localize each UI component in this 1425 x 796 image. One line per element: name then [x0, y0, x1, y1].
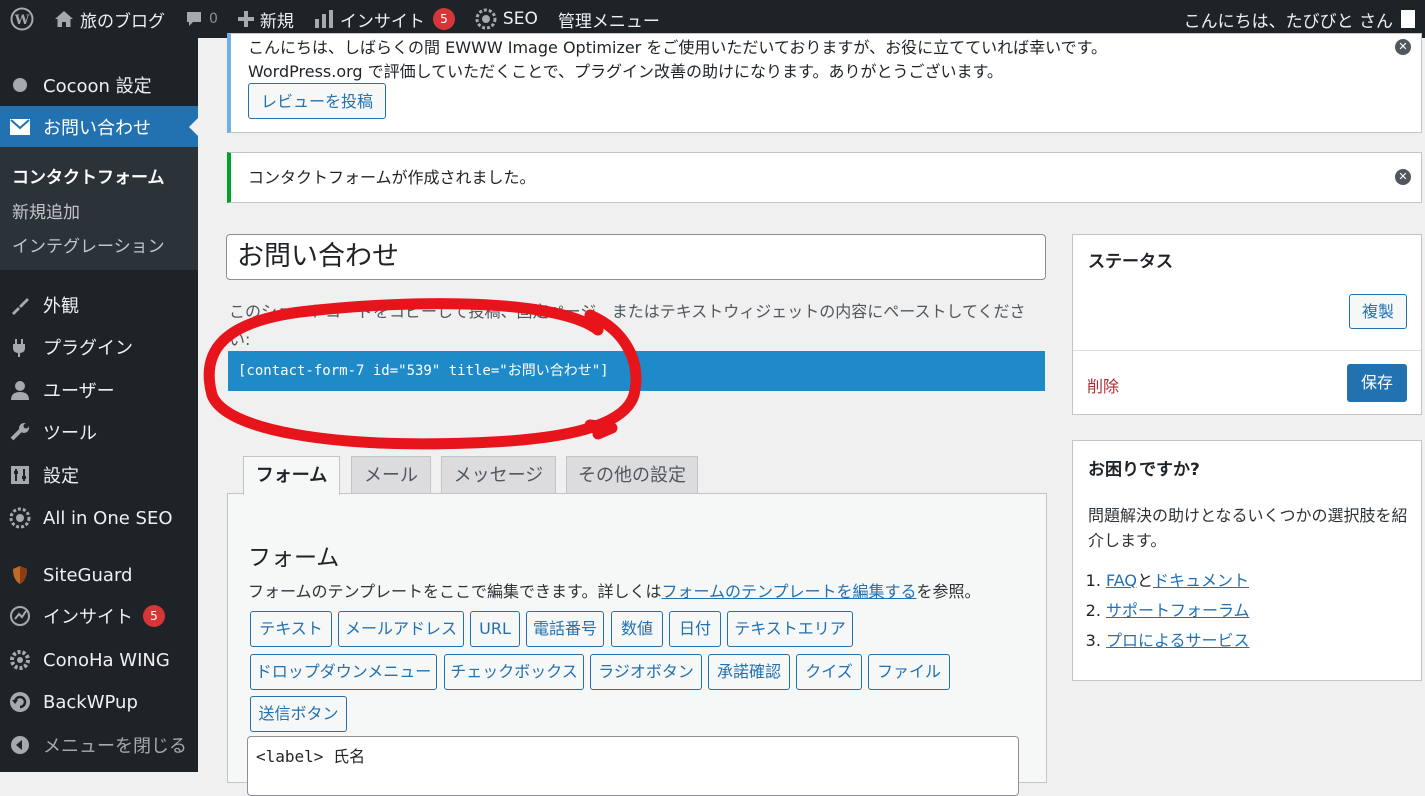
sidebar-item-users[interactable]: ユーザー	[0, 369, 198, 411]
support-forum-link[interactable]: サポートフォーラム	[1106, 601, 1250, 620]
faq-link[interactable]: FAQ	[1106, 571, 1137, 590]
shortcode-field[interactable]: [contact-form-7 id="539" title="お問い合わせ"]	[228, 351, 1045, 391]
sidebar-item-siteguard[interactable]: SiteGuard	[0, 554, 198, 596]
bar-chart-icon	[314, 9, 334, 29]
panel-description: フォームのテンプレートをここで編集できます。詳しくはフォームのテンプレートを編集…	[248, 582, 981, 601]
gear-icon	[475, 8, 497, 30]
sidebar-item-aioseo[interactable]: All in One SEO	[0, 497, 198, 539]
shortcode-description: このショートコードをコピーして投稿、固定ページ、またはテキストウィジェットの内容…	[229, 302, 1026, 349]
help-title: お困りですか?	[1088, 460, 1200, 480]
tag-quiz-button[interactable]: クイズ	[796, 654, 862, 690]
list-item: プロによるサービス	[1106, 626, 1250, 656]
site-name-link[interactable]: 旅のブログ	[44, 0, 175, 38]
comment-bubble-icon	[185, 10, 203, 28]
tag-submit-button[interactable]: 送信ボタン	[250, 696, 347, 732]
sidebar-item-contact[interactable]: お問い合わせ	[0, 106, 198, 148]
tag-file-button[interactable]: ファイル	[868, 654, 950, 690]
settings-sliders-icon	[9, 464, 31, 486]
collapse-arrow-icon	[9, 734, 31, 756]
ewww-review-notice: こんにちは、しばらくの間 EWWW Image Optimizer をご使用いた…	[227, 33, 1422, 133]
duplicate-button[interactable]: 複製	[1348, 294, 1407, 329]
cocoon-icon	[9, 74, 31, 96]
avatar	[1401, 10, 1415, 28]
success-message: コンタクトフォームが作成されました。	[248, 168, 536, 187]
status-box: ステータス 複製 削除 保存	[1072, 234, 1422, 415]
tag-email-button[interactable]: メールアドレス	[338, 611, 464, 647]
form-title-input[interactable]: お問い合わせ	[226, 234, 1046, 280]
sidebar-item-insight[interactable]: インサイト 5	[0, 595, 198, 637]
svg-text:W: W	[14, 13, 30, 28]
paintbrush-icon	[9, 294, 31, 316]
tag-acceptance-button[interactable]: 承諾確認	[708, 654, 790, 690]
list-item: FAQとドキュメント	[1106, 566, 1250, 596]
sidebar-item-conoha[interactable]: ConoHa WING	[0, 639, 198, 681]
help-links-list: FAQとドキュメント サポートフォーラム プロによるサービス	[1088, 566, 1250, 656]
help-box: お困りですか? 問題解決の助けとなるいくつかの選択肢を紹介します。 FAQとドキ…	[1072, 440, 1422, 681]
dismiss-success-icon[interactable]: ✕	[1395, 169, 1411, 185]
docs-link[interactable]: ドキュメント	[1153, 571, 1249, 590]
sidebar-item-settings[interactable]: 設定	[0, 454, 198, 496]
admin-sidebar: Cocoon 設定 お問い合わせ コンタクトフォーム 新規追加 インテグレーショ…	[0, 38, 198, 772]
tag-url-button[interactable]: URL	[470, 611, 520, 647]
insight-count-badge: 5	[432, 8, 455, 30]
status-divider	[1073, 350, 1421, 351]
tab-form[interactable]: フォーム	[243, 456, 340, 495]
tag-dropdown-button[interactable]: ドロップダウンメニュー	[250, 654, 437, 690]
plus-icon	[237, 11, 254, 27]
mail-icon	[9, 116, 31, 138]
form-created-notice: コンタクトフォームが作成されました。 ✕	[227, 152, 1422, 203]
delete-link[interactable]: 削除	[1087, 373, 1119, 397]
ewww-notice-line2: WordPress.org で評価していただくことで、プラグイン改善の助けになり…	[248, 62, 1003, 81]
save-button[interactable]: 保存	[1347, 364, 1407, 402]
tab-mail[interactable]: メール	[351, 456, 431, 493]
collapse-menu-button[interactable]: メニューを閉じる	[0, 724, 198, 766]
insight-sidebar-badge: 5	[143, 605, 165, 627]
sidebar-item-cocoon[interactable]: Cocoon 設定	[0, 64, 198, 106]
contact-submenu: コンタクトフォーム 新規追加 インテグレーション	[0, 147, 198, 270]
ewww-notice-line1: こんにちは、しばらくの間 EWWW Image Optimizer をご使用いた…	[248, 38, 1107, 57]
status-title: ステータス	[1088, 252, 1173, 272]
tag-date-button[interactable]: 日付	[669, 611, 721, 647]
tag-text-button[interactable]: テキスト	[250, 611, 332, 647]
tag-tel-button[interactable]: 電話番号	[526, 611, 604, 647]
backwpup-icon	[9, 691, 31, 713]
submenu-integration[interactable]: インテグレーション	[12, 232, 165, 257]
tag-checkbox-button[interactable]: チェックボックス	[444, 654, 584, 690]
submenu-add-new[interactable]: 新規追加	[12, 198, 80, 223]
wrench-icon	[9, 421, 31, 443]
tag-textarea-button[interactable]: テキストエリア	[727, 611, 853, 647]
sidebar-item-plugins[interactable]: プラグイン	[0, 326, 198, 368]
sidebar-item-tools[interactable]: ツール	[0, 411, 198, 453]
form-tab-panel: フォーム フォームのテンプレートをここで編集できます。詳しくはフォームのテンプレ…	[227, 493, 1047, 796]
conoha-gear-icon	[9, 649, 31, 671]
dismiss-notice-icon[interactable]: ✕	[1395, 39, 1411, 55]
editor-line: <label> 氏名	[256, 747, 366, 766]
sidebar-item-backwpup[interactable]: BackWPup	[0, 681, 198, 723]
insight-icon	[9, 605, 31, 627]
aioseo-gear-icon	[9, 507, 31, 529]
tag-number-button[interactable]: 数値	[611, 611, 663, 647]
sidebar-item-appearance[interactable]: 外観	[0, 284, 198, 326]
post-review-button[interactable]: レビューを投稿	[248, 83, 387, 119]
user-icon	[9, 379, 31, 401]
wordpress-logo-icon[interactable]: W	[0, 0, 44, 38]
tag-radio-button[interactable]: ラジオボタン	[590, 654, 702, 690]
form-template-editor[interactable]: <label> 氏名	[247, 736, 1019, 796]
home-icon	[54, 10, 74, 28]
tab-additional-settings[interactable]: その他の設定	[566, 456, 698, 493]
help-text: 問題解決の助けとなるいくつかの選択肢を紹介します。	[1088, 506, 1408, 550]
tab-messages[interactable]: メッセージ	[441, 456, 556, 493]
list-item: サポートフォーラム	[1106, 596, 1250, 626]
submenu-contact-forms[interactable]: コンタクトフォーム	[12, 163, 165, 188]
comments-link[interactable]: 0	[175, 0, 228, 38]
pro-services-link[interactable]: プロによるサービス	[1106, 631, 1250, 650]
panel-heading: フォーム	[248, 545, 340, 571]
plugin-icon	[9, 336, 31, 358]
shield-icon	[9, 564, 31, 586]
edit-template-link[interactable]: フォームのテンプレートを編集する	[661, 582, 916, 601]
